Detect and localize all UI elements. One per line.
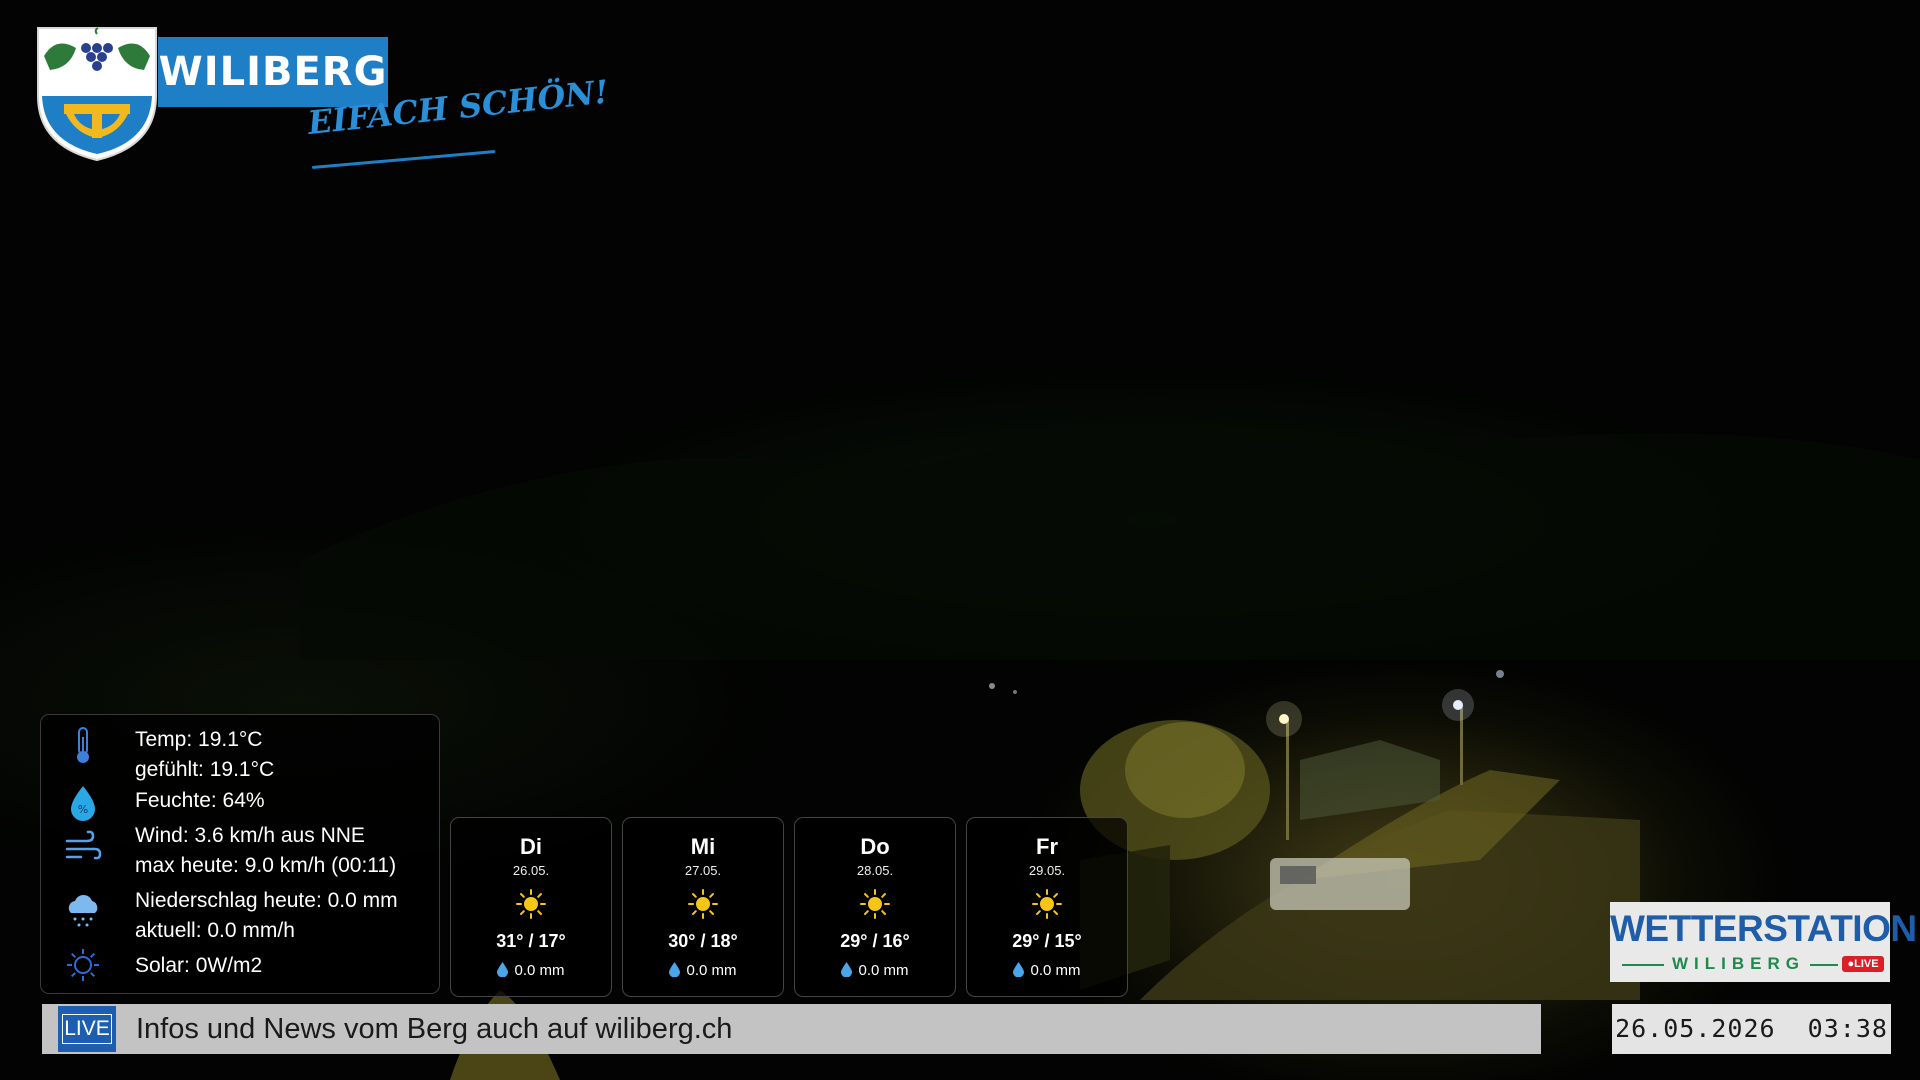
- sun-icon: [516, 889, 546, 919]
- forecast-rain: 0.0 mm: [623, 962, 783, 979]
- current-weather-panel: Temp: 19.1°C gefühlt: 19.1°C % Feuchte: …: [40, 714, 440, 994]
- station-subtitle: WILIBERG: [1672, 954, 1805, 973]
- forecast-temp: 29° / 15°: [1012, 931, 1082, 951]
- raindrop-icon: [841, 962, 853, 977]
- slogan-underline: [311, 149, 496, 169]
- wind-icon: [65, 830, 102, 860]
- forecast-rain: 0.0 mm: [795, 962, 955, 979]
- forecast-date: 28.05.: [856, 863, 894, 878]
- sun-icon: [688, 889, 718, 919]
- forecast-rain: 0.0 mm: [967, 962, 1127, 979]
- wind-max-value: max heute: 9.0 km/h (00:11): [135, 854, 397, 877]
- solar-value: Solar: 0W/m2: [135, 954, 263, 977]
- raindrop-icon: [497, 962, 509, 977]
- forecast-date: 26.05.: [512, 863, 550, 878]
- live-badge-label: LIVE: [62, 1014, 112, 1044]
- forecast-date: 27.05.: [684, 863, 722, 878]
- news-ticker: LIVE Infos und News vom Berg auch auf wi…: [42, 1004, 1541, 1054]
- sun-icon: [1032, 889, 1062, 919]
- humidity-drop-icon: %: [71, 786, 95, 821]
- sun-icon: [860, 889, 890, 919]
- forecast-card: Do 28.05. 29° / 16° 0.0 mm: [794, 817, 956, 997]
- brand-name: WILIBERG: [158, 37, 388, 107]
- raindrop-icon: [669, 962, 681, 977]
- forecast-day: Di: [520, 834, 542, 859]
- precip-now-value: aktuell: 0.0 mm/h: [135, 919, 295, 942]
- forecast-rain-value: 0.0 mm: [514, 962, 565, 979]
- forecast-day: Do: [860, 834, 890, 859]
- forecast-temp: 29° / 16°: [840, 931, 910, 951]
- ticker-text: Infos und News vom Berg auch auf wiliber…: [136, 1013, 733, 1045]
- forecast-temp: 31° / 17°: [496, 931, 566, 951]
- rain-cloud-icon: [68, 894, 98, 927]
- forecast-temp: 30° / 18°: [668, 931, 738, 951]
- thermometer-icon: [77, 727, 89, 763]
- feels-like-value: gefühlt: 19.1°C: [135, 758, 275, 781]
- sun-outline-icon: [67, 949, 99, 981]
- forecast-card: Fr 29.05. 29° / 15° 0.0 mm: [966, 817, 1128, 997]
- datetime-display: 26.05.2026 03:38: [1612, 1004, 1891, 1054]
- forecast-rain-value: 0.0 mm: [686, 962, 737, 979]
- station-divider-left: [1622, 964, 1664, 966]
- coat-of-arms-icon: [37, 27, 157, 162]
- live-badge: LIVE: [58, 1006, 116, 1052]
- wiliberg-logo: WILIBERG EIFACH SCHÖN!: [36, 26, 610, 176]
- forecast-day: Mi: [690, 834, 716, 859]
- humidity-value: Feuchte: 64%: [135, 789, 265, 812]
- svg-text:%: %: [78, 803, 88, 816]
- precip-today-value: Niederschlag heute: 0.0 mm: [135, 889, 398, 912]
- forecast-card: Di 26.05. 31° / 17° 0.0 mm: [450, 817, 612, 997]
- station-title: WETTERSTATION: [1610, 908, 1917, 949]
- forecast-rain-value: 0.0 mm: [858, 962, 909, 979]
- webcam-view: WILIBERG EIFACH SCHÖN! Temp: 19.1°C gefü…: [0, 0, 1920, 1080]
- forecast-rain: 0.0 mm: [451, 962, 611, 979]
- wetterstation-logo: WETTERSTATION WILIBERG ●LIVE: [1610, 902, 1917, 982]
- temp-value: Temp: 19.1°C: [135, 728, 263, 751]
- forecast-card: Mi 27.05. 30° / 18° 0.0 mm: [622, 817, 784, 997]
- forecast-rain-value: 0.0 mm: [1030, 962, 1081, 979]
- forecast-day: Fr: [1036, 834, 1058, 859]
- live-indicator: ●LIVE: [1842, 956, 1884, 972]
- station-divider-right: [1810, 964, 1838, 966]
- wind-value: Wind: 3.6 km/h aus NNE: [135, 824, 365, 847]
- raindrop-icon: [1013, 962, 1025, 977]
- forecast-date: 29.05.: [1028, 863, 1066, 878]
